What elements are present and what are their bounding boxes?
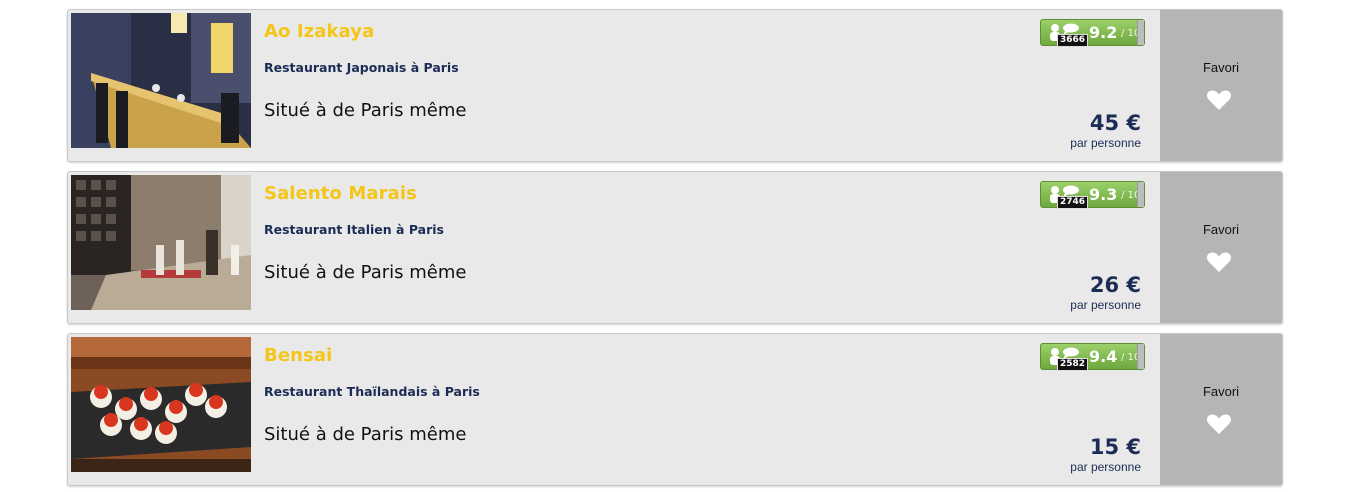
rating-score: 9.2 (1089, 23, 1118, 42)
restaurant-card[interactable]: Salento Marais Restaurant Italien à Pari… (67, 171, 1283, 324)
price-unit: par personne (1070, 136, 1141, 150)
favorite-button[interactable]: Favori (1160, 334, 1282, 485)
rating-badge-end (1137, 20, 1144, 45)
heart-icon[interactable] (1206, 89, 1232, 111)
heart-icon[interactable] (1206, 251, 1232, 273)
review-count: 2746 (1057, 196, 1089, 209)
rating-score: 9.3 (1089, 185, 1118, 204)
review-count: 3666 (1057, 34, 1089, 47)
cuisine-label: Restaurant Thaïlandais à Paris (264, 384, 480, 399)
rating-badge: 2582 9.4 / 10 (1040, 343, 1145, 371)
price-unit: par personne (1070, 298, 1141, 312)
price: 26 € (1089, 273, 1141, 297)
location-label: Situé à de Paris même (264, 262, 467, 283)
cuisine-label: Restaurant Italien à Paris (264, 222, 444, 237)
favorite-label: Favori (1202, 60, 1240, 75)
restaurant-card[interactable]: Ao Izakaya Restaurant Japonais à Paris S… (67, 9, 1283, 162)
restaurant-photo[interactable] (71, 13, 251, 148)
restaurant-photo[interactable] (71, 337, 251, 472)
price: 15 € (1089, 435, 1141, 459)
restaurant-name[interactable]: Bensai (264, 345, 332, 366)
restaurant-name[interactable]: Salento Marais (264, 183, 417, 204)
favorite-label: Favori (1202, 222, 1240, 237)
review-count: 2582 (1057, 358, 1089, 371)
location-label: Situé à de Paris même (264, 424, 467, 445)
cuisine-label: Restaurant Japonais à Paris (264, 60, 459, 75)
restaurant-name[interactable]: Ao Izakaya (264, 21, 374, 42)
price-unit: par personne (1070, 460, 1141, 474)
restaurant-photo[interactable] (71, 175, 251, 310)
restaurant-card[interactable]: Bensai Restaurant Thaïlandais à Paris Si… (67, 333, 1283, 486)
rating-badge-end (1137, 182, 1144, 207)
favorite-label: Favori (1202, 384, 1240, 399)
location-label: Situé à de Paris même (264, 100, 467, 121)
rating-badge: 2746 9.3 / 10 (1040, 181, 1145, 209)
favorite-button[interactable]: Favori (1160, 172, 1282, 323)
favorite-button[interactable]: Favori (1160, 10, 1282, 161)
heart-icon[interactable] (1206, 413, 1232, 435)
rating-badge-end (1137, 344, 1144, 369)
rating-badge: 3666 9.2 / 10 (1040, 19, 1145, 47)
rating-score: 9.4 (1089, 347, 1118, 366)
price: 45 € (1089, 111, 1141, 135)
